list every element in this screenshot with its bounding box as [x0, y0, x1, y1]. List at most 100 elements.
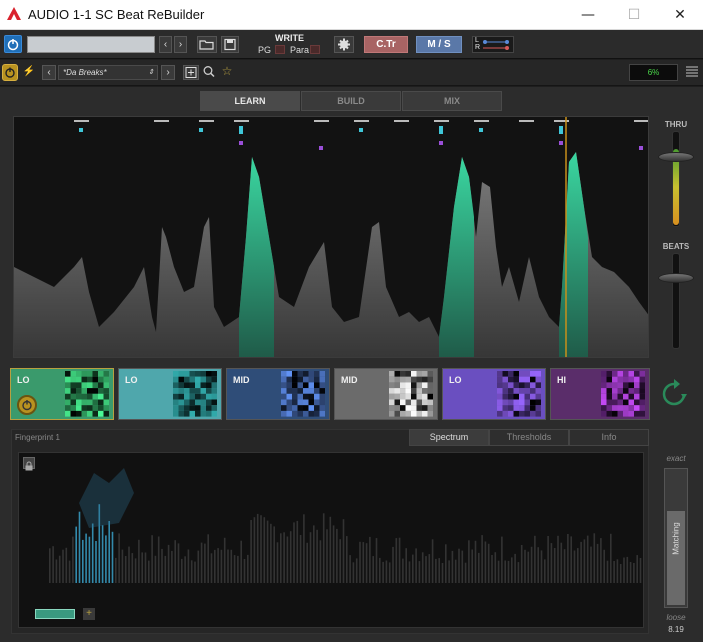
band-fingerprint-grid [65, 371, 109, 422]
beats-fader-track [672, 253, 680, 349]
settings-button[interactable] [334, 36, 354, 53]
save-icon [224, 38, 236, 51]
tab-mix[interactable]: MIX [402, 91, 502, 111]
search-icon [203, 66, 215, 78]
r-channel-label: R [475, 44, 481, 51]
matching-slider[interactable]: Matching [664, 468, 688, 608]
add-pattern-button[interactable] [183, 65, 199, 80]
write-label: WRITE [275, 33, 304, 43]
loose-label: loose [666, 613, 686, 622]
tab-build[interactable]: BUILD [301, 91, 401, 111]
gear-icon [338, 38, 350, 51]
band-fingerprint-grid [173, 371, 217, 422]
next-preset-button[interactable]: › [174, 36, 187, 53]
chevron-left-icon: ‹ [163, 39, 168, 50]
band-fingerprint-grid [601, 371, 645, 422]
tab-info[interactable]: Info [569, 429, 649, 446]
app-logo-icon [7, 7, 21, 20]
plugin-header-toolbar: ‹ › WRITE PG Para C.Tr M / S L R [0, 30, 703, 59]
band-hi[interactable]: HI [550, 368, 650, 420]
learn-power-button[interactable] [2, 64, 18, 81]
band-lo-3[interactable]: LO [442, 368, 546, 420]
thru-fader-handle[interactable] [658, 152, 694, 162]
pattern-preset-value: *Da Breaks* [63, 68, 107, 77]
folder-icon [199, 40, 214, 50]
chevron-right-icon: › [166, 67, 170, 78]
add-icon [185, 67, 197, 78]
search-button[interactable] [201, 65, 217, 80]
loop-button[interactable] [657, 377, 691, 411]
close-button[interactable]: ✕ [657, 0, 703, 30]
ms-button[interactable]: M / S [416, 36, 462, 53]
bypass-button[interactable]: ⚡ [22, 64, 36, 81]
hamburger-icon [686, 66, 698, 77]
band-label: LO [449, 375, 462, 385]
tab-spectrum[interactable]: Spectrum [409, 429, 489, 446]
band-lo-2[interactable]: LO [118, 368, 222, 420]
refresh-icon [662, 379, 687, 406]
range-selector[interactable] [35, 609, 75, 619]
maximize-button[interactable]: ☐ [611, 0, 657, 30]
prev-pattern-button[interactable]: ‹ [42, 65, 56, 80]
menu-button[interactable] [684, 65, 700, 80]
power-button[interactable] [4, 35, 22, 53]
waveform-graph [14, 117, 648, 357]
star-icon: ☆ [221, 64, 233, 78]
power-icon [7, 39, 19, 51]
lock-button[interactable] [23, 457, 35, 471]
lr-routing-button[interactable]: L R [472, 36, 514, 53]
spectrum-bars [49, 468, 642, 583]
spectrum-display[interactable]: + [18, 452, 644, 628]
band-label: HI [557, 375, 566, 385]
pattern-preset-select[interactable]: *Da Breaks* ⇕ [58, 65, 158, 80]
band-label: MID [233, 375, 250, 385]
matching-label: Matching [671, 522, 681, 555]
cpu-meter: 6% [629, 64, 678, 81]
chevron-right-icon: › [178, 39, 183, 50]
beats-label: BEATS [662, 242, 690, 251]
para-label: Para [290, 45, 310, 55]
tab-thresholds[interactable]: Thresholds [489, 429, 569, 446]
minimize-button[interactable]: — [565, 0, 611, 30]
chevron-left-icon: ‹ [47, 67, 51, 78]
para-toggle[interactable] [310, 45, 320, 54]
favorite-button[interactable]: ☆ [219, 65, 235, 80]
band-fingerprint-grid [389, 371, 433, 422]
matching-value: 8.19 [668, 625, 684, 634]
pg-label: PG [258, 45, 272, 55]
save-preset-button[interactable] [221, 36, 239, 53]
prev-preset-button[interactable]: ‹ [159, 36, 172, 53]
fingerprint-label: Fingerprint 1 [15, 433, 60, 442]
band-label: MID [341, 375, 358, 385]
preset-name-field[interactable] [27, 36, 155, 53]
exact-label: exact [666, 454, 686, 463]
ctr-button[interactable]: C.Tr [364, 36, 408, 53]
power-icon [5, 67, 15, 78]
add-button[interactable]: + [83, 608, 95, 620]
band-mid-2[interactable]: MID [334, 368, 438, 420]
band-power-button[interactable] [17, 395, 37, 415]
main-panel: LEARN BUILD MIX LO LO MID MID LO HI Fing… [0, 87, 703, 642]
band-mid-1[interactable]: MID [226, 368, 330, 420]
waveform-display[interactable] [13, 116, 649, 358]
band-label: LO [125, 375, 138, 385]
window-title: AUDIO 1-1 SC Beat ReBuilder [28, 7, 205, 22]
preset-toolbar: ⚡ ‹ *Da Breaks* ⇕ › ☆ 6% [0, 60, 703, 86]
plus-icon: + [86, 608, 92, 619]
title-bar: AUDIO 1-1 SC Beat ReBuilder — ☐ ✕ [0, 0, 703, 30]
pg-toggle[interactable] [275, 45, 285, 54]
open-preset-button[interactable] [197, 36, 217, 53]
beats-fader-handle[interactable] [658, 273, 694, 283]
next-pattern-button[interactable]: › [161, 65, 175, 80]
thru-label: THRU [664, 120, 688, 129]
fingerprint-panel: Fingerprint 1 Spectrum Thresholds Info + [11, 429, 649, 634]
l-channel-label: L [475, 37, 479, 44]
band-lo-1[interactable]: LO [10, 368, 114, 420]
lock-icon [25, 461, 33, 471]
chevron-updown-icon: ⇕ [148, 69, 154, 76]
lightning-icon: ⚡ [22, 66, 36, 77]
power-icon [22, 400, 32, 411]
tab-learn[interactable]: LEARN [200, 91, 300, 111]
band-strip: LO LO MID MID LO HI [10, 368, 650, 424]
routing-icon [483, 40, 509, 50]
